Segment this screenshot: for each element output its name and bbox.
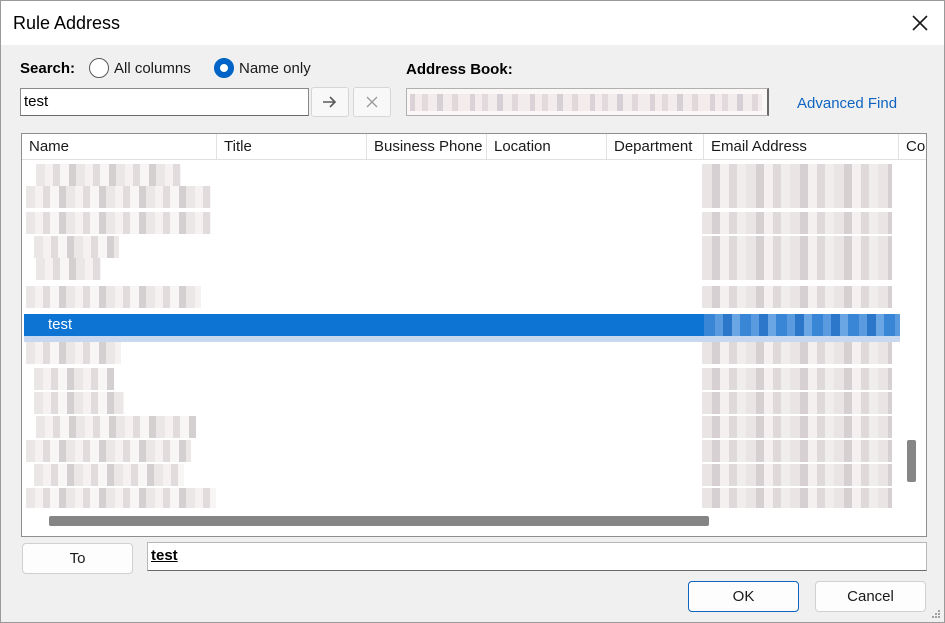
arrow-right-icon xyxy=(323,96,337,108)
rule-address-dialog: Rule Address Search: All columns Name on… xyxy=(0,0,945,623)
radio-all-columns-label: All columns xyxy=(114,59,191,77)
selected-item-email-redacted xyxy=(704,314,900,336)
address-list[interactable]: Name Title Business Phone Location Depar… xyxy=(21,133,927,537)
radio-all-columns[interactable]: All columns xyxy=(89,58,191,78)
search-input-value: test xyxy=(24,93,49,110)
window-title: Rule Address xyxy=(13,13,121,33)
ok-button[interactable]: OK xyxy=(688,581,799,612)
clear-search-button[interactable] xyxy=(353,87,391,117)
radio-name-only-indicator[interactable] xyxy=(214,58,234,78)
radio-all-columns-indicator[interactable] xyxy=(89,58,109,78)
cancel-button[interactable]: Cancel xyxy=(815,581,926,612)
column-header-email-address[interactable]: Email Address xyxy=(704,134,899,159)
vertical-scrollbar-thumb[interactable] xyxy=(907,440,916,482)
to-recipients-field[interactable]: test xyxy=(147,542,927,571)
horizontal-scrollbar-thumb[interactable] xyxy=(49,516,709,526)
title-bar: Rule Address xyxy=(1,1,944,45)
column-header-business-phone[interactable]: Business Phone xyxy=(367,134,487,159)
to-recipient-value: test xyxy=(151,547,178,564)
selected-list-item[interactable]: test xyxy=(24,314,900,336)
address-book-dropdown[interactable] xyxy=(406,88,769,116)
search-label: Search: xyxy=(20,60,76,77)
column-header-company[interactable]: Co xyxy=(899,134,926,159)
column-header-row: Name Title Business Phone Location Depar… xyxy=(22,134,926,160)
selected-item-name: test xyxy=(48,316,73,333)
clear-x-icon xyxy=(366,96,378,108)
column-header-department[interactable]: Department xyxy=(607,134,704,159)
resize-grip-icon[interactable] xyxy=(931,609,941,619)
close-button[interactable] xyxy=(896,1,944,45)
advanced-find-link[interactable]: Advanced Find xyxy=(797,95,897,112)
list-rows: test xyxy=(22,164,902,508)
radio-name-only[interactable]: Name only xyxy=(214,58,311,78)
go-button[interactable] xyxy=(311,87,349,117)
column-header-location[interactable]: Location xyxy=(487,134,607,159)
close-icon xyxy=(912,15,928,31)
search-input[interactable]: test xyxy=(20,88,309,116)
address-book-redacted-value xyxy=(410,94,762,111)
radio-name-only-label: Name only xyxy=(239,59,311,77)
address-book-label: Address Book: xyxy=(406,61,513,78)
column-header-name[interactable]: Name xyxy=(22,134,217,159)
to-button[interactable]: To xyxy=(22,543,133,574)
column-header-title[interactable]: Title xyxy=(217,134,367,159)
